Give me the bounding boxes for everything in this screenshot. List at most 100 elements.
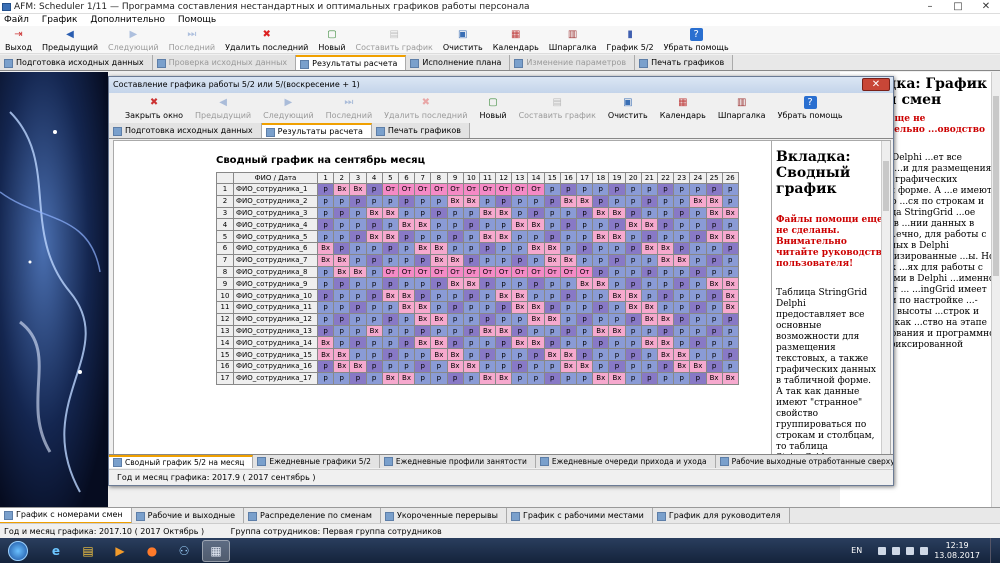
schedule-cell[interactable]: р bbox=[656, 300, 675, 314]
schedule-cell[interactable]: От bbox=[511, 265, 529, 279]
table-row[interactable]: 5 ФИО_сотрудника_5 р р р Вх Вх р р р р р Вх Вх р р р р р Вх… bbox=[216, 230, 739, 243]
schedule-cell[interactable]: Вх bbox=[430, 348, 448, 361]
schedule-cell[interactable]: р bbox=[495, 253, 513, 267]
schedule-cell[interactable]: р bbox=[462, 206, 480, 220]
schedule-cell[interactable]: Вх bbox=[592, 324, 610, 338]
schedule-cell[interactable]: р bbox=[316, 324, 335, 338]
schedule-cell[interactable]: р bbox=[673, 194, 691, 208]
schedule-cell[interactable]: р bbox=[656, 206, 675, 220]
schedule-cell[interactable]: р bbox=[705, 300, 723, 314]
main-tab-2[interactable]: Проверка исходных данных bbox=[152, 55, 297, 70]
schedule-cell[interactable]: р bbox=[640, 348, 658, 361]
schedule-cell[interactable]: Вх bbox=[721, 206, 739, 220]
schedule-cell[interactable]: Вх bbox=[446, 348, 464, 361]
dialog-tab-2[interactable]: Результаты расчета bbox=[261, 123, 372, 138]
schedule-cell[interactable]: р bbox=[316, 206, 335, 220]
schedule-cell[interactable]: р bbox=[592, 289, 610, 302]
schedule-cell[interactable]: Вх bbox=[721, 277, 739, 291]
schedule-cell[interactable]: Вх bbox=[414, 312, 432, 326]
schedule-cell[interactable]: р bbox=[689, 312, 707, 326]
schedule-cell[interactable]: р bbox=[316, 277, 335, 291]
schedule-cell[interactable]: Вх bbox=[430, 253, 448, 267]
schedule-cell[interactable]: р bbox=[705, 336, 723, 350]
schedule-cell[interactable]: р bbox=[543, 324, 561, 338]
schedule-cell[interactable]: р bbox=[446, 218, 464, 232]
schedule-cell[interactable]: Вх bbox=[705, 277, 723, 291]
schedule-cell[interactable]: р bbox=[543, 336, 561, 350]
schedule-cell[interactable]: р bbox=[333, 277, 351, 291]
schedule-cell[interactable]: р bbox=[511, 241, 529, 255]
toolbar-delete-button[interactable]: ✖ Удалить последний bbox=[220, 26, 313, 53]
schedule-cell[interactable]: р bbox=[673, 206, 691, 220]
schedule-cell[interactable]: р bbox=[381, 359, 399, 373]
schedule-cell[interactable]: р bbox=[495, 218, 513, 232]
schedule-cell[interactable]: р bbox=[430, 324, 448, 338]
schedule-cell[interactable]: От bbox=[397, 265, 416, 279]
schedule-cell[interactable]: р bbox=[705, 348, 723, 361]
schedule-cell[interactable]: Вх bbox=[575, 359, 594, 373]
table-row[interactable]: 9 ФИО_сотрудника_9 р р р р р р р р Вх Вх р р р р р р Вх Вх р… bbox=[216, 277, 739, 291]
schedule-cell[interactable]: Вх bbox=[656, 348, 675, 361]
schedule-cell[interactable]: р bbox=[527, 277, 545, 291]
schedule-cell[interactable]: Вх bbox=[333, 359, 351, 373]
schedule-cell[interactable]: р bbox=[656, 359, 675, 373]
schedule-cell[interactable]: р bbox=[478, 289, 497, 302]
schedule-cell[interactable]: Вх bbox=[624, 218, 642, 232]
schedule-cell[interactable]: р bbox=[365, 183, 383, 196]
schedule-cell[interactable]: р bbox=[559, 183, 578, 196]
schedule-cell[interactable]: р bbox=[640, 253, 658, 267]
schedule-cell[interactable]: Вх bbox=[414, 300, 432, 314]
clock[interactable]: 12:19 13.08.2017 bbox=[934, 541, 980, 561]
schedule-cell[interactable]: р bbox=[414, 253, 432, 267]
schedule-cell[interactable]: р bbox=[316, 265, 335, 279]
schedule-cell[interactable]: р bbox=[656, 183, 675, 196]
schedule-cell[interactable]: р bbox=[721, 265, 739, 279]
schedule-cell[interactable]: р bbox=[381, 348, 399, 361]
schedule-cell[interactable]: От bbox=[495, 265, 513, 279]
schedule-cell[interactable]: Вх bbox=[381, 230, 399, 243]
schedule-cell[interactable]: Вх bbox=[478, 206, 497, 220]
schedule-cell[interactable]: р bbox=[414, 194, 432, 208]
dialog-toolbar-close-window-button[interactable]: ✖ Закрыть окно bbox=[119, 94, 189, 122]
schedule-cell[interactable]: Вх bbox=[673, 348, 691, 361]
schedule-cell[interactable]: р bbox=[543, 218, 561, 232]
schedule-cell[interactable]: р bbox=[511, 194, 529, 208]
schedule-cell[interactable]: Вх bbox=[430, 336, 448, 350]
table-row[interactable]: 13 ФИО_сотрудника_13 р р р Вх р р р р р р Вх Вх р р р р р В… bbox=[216, 324, 739, 338]
schedule-cell[interactable]: От bbox=[446, 183, 464, 196]
schedule-cell[interactable]: Вх bbox=[462, 194, 480, 208]
schedule-cell[interactable]: р bbox=[640, 324, 658, 338]
schedule-cell[interactable]: р bbox=[397, 206, 416, 220]
schedule-cell[interactable]: р bbox=[430, 194, 448, 208]
schedule-cell[interactable]: р bbox=[414, 371, 432, 385]
schedule-cell[interactable]: р bbox=[559, 289, 578, 302]
schedule-cell[interactable]: р bbox=[575, 183, 594, 196]
schedule-cell[interactable]: р bbox=[316, 183, 335, 196]
schedule-cell[interactable]: р bbox=[495, 300, 513, 314]
dialog-close-button[interactable]: ✕ bbox=[862, 78, 890, 91]
schedule-cell[interactable]: Вх bbox=[592, 371, 610, 385]
schedule-cell[interactable]: Вх bbox=[575, 277, 594, 291]
schedule-cell[interactable]: р bbox=[316, 289, 335, 302]
dialog-bottom-tab-3[interactable]: Ежедневные профили занятости bbox=[379, 455, 536, 468]
schedule-cell[interactable]: р bbox=[527, 324, 545, 338]
schedule-cell[interactable]: р bbox=[689, 324, 707, 338]
schedule-cell[interactable]: р bbox=[559, 206, 578, 220]
table-row[interactable]: 15 ФИО_сотрудника_15 Вх Вх р р р р р Вх Вх р р р р р Вх В… bbox=[216, 348, 739, 361]
schedule-cell[interactable]: Вх bbox=[349, 183, 367, 196]
schedule-cell[interactable]: р bbox=[608, 312, 626, 326]
schedule-cell[interactable]: р bbox=[721, 359, 739, 373]
schedule-cell[interactable]: р bbox=[349, 253, 367, 267]
schedule-cell[interactable]: р bbox=[673, 336, 691, 350]
main-bottom-tab-2[interactable]: Рабочие и выходные bbox=[131, 508, 244, 523]
schedule-cell[interactable]: р bbox=[656, 324, 675, 338]
dialog-toolbar-help-button[interactable]: ? Убрать помощь bbox=[772, 94, 849, 122]
schedule-cell[interactable]: р bbox=[543, 230, 561, 243]
schedule-cell[interactable]: р bbox=[624, 183, 642, 196]
schedule-cell[interactable]: Вх bbox=[543, 241, 561, 255]
table-row[interactable]: 3 ФИО_сотрудника_3 р р р Вх Вх р р р р р Вх Вх р р р р р Вх… bbox=[216, 206, 739, 220]
schedule-cell[interactable]: р bbox=[608, 241, 626, 255]
table-row[interactable]: 4 ФИО_сотрудника_4 р р р р р Вх Вх р р р р р Вх Вх р р р р р… bbox=[216, 218, 739, 232]
schedule-cell[interactable]: От bbox=[543, 265, 561, 279]
schedule-cell[interactable]: р bbox=[640, 277, 658, 291]
